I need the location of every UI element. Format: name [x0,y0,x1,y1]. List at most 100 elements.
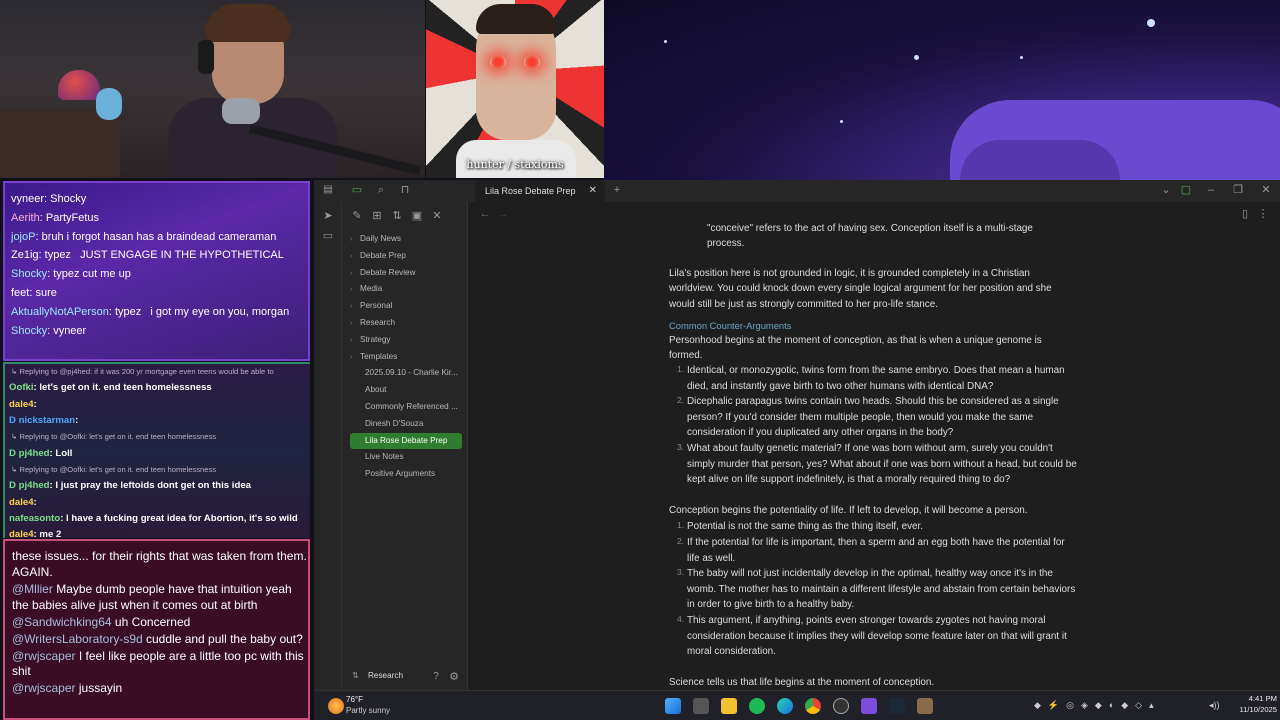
task-view-icon[interactable] [693,698,709,714]
spotify-icon[interactable] [749,698,765,714]
chat-username[interactable]: dale4 [9,399,34,410]
maximize-icon[interactable]: ❐ [1231,184,1245,198]
chat-text: cuddle and pull the baby out? [142,631,303,646]
folder-item[interactable]: › Media [350,281,462,299]
vault-switcher-icon[interactable]: ⇅ [352,671,359,680]
obsidian-window: ▤ ▭ ⌕ ⊓ Lila Rose Debate Prep ✕ + ⌄ ▢ – … [314,180,1280,690]
right-sidebar-icon[interactable]: ▢ [1179,184,1193,198]
vault-name[interactable]: Research [368,671,403,680]
new-folder-icon[interactable]: ⊞ [370,210,384,224]
folder-item[interactable]: › Daily News [350,231,462,249]
folder-item[interactable]: › Templates [350,349,462,367]
settings-icon[interactable]: ⚙ [447,671,461,685]
windows-taskbar: 76°F Partly sunny ◆⚡◎◈◆◐◆◇▴ ◂)) 4:41 PM … [314,690,1280,720]
pages-icon[interactable]: ▭ [321,230,335,244]
sidebar-toggle-icon[interactable]: ▤ [321,184,335,198]
start-icon[interactable] [665,698,681,714]
chat-message: AktuallyNotAPerson: typez i got my eye o… [5,303,308,322]
chat-username[interactable]: @rwjscaper [12,681,76,695]
send-icon[interactable]: ➤ [321,210,335,224]
chat-username[interactable]: Ze1ig [11,249,39,261]
chat-message: Shocky: vyneer [5,322,308,341]
chat-message: Shocky: typez cut me up [5,265,308,284]
chat-username[interactable]: Aerith [11,212,40,224]
chat-username[interactable]: Oofki [9,382,34,393]
chat-username[interactable]: dale4 [9,529,34,538]
collapse-icon[interactable]: ▣ [410,210,424,224]
folder-icon[interactable]: ▭ [350,184,364,198]
microphone [222,98,260,124]
editor-pane[interactable]: ← → ▯ ⋮ "conceive" refers to the act of … [469,202,1280,690]
file-item[interactable]: Dinesh D'Souza [350,416,462,433]
close-tab-icon[interactable]: ✕ [589,180,597,202]
folder-item[interactable]: › Research [350,315,462,333]
file-item[interactable]: 2025.09.10 - Charlie Kir... [350,365,462,382]
app-icon[interactable] [917,698,933,714]
system-tray-icons[interactable]: ◆⚡◎◈◆◐◆◇▴ [1034,700,1161,711]
more-options-icon[interactable]: ⋮ [1256,208,1270,222]
chat-text: Maybe dumb people have that intuition ye… [12,581,292,612]
chat-username[interactable]: @rwjscaper [12,649,76,663]
chat-username[interactable]: D nickstarman [9,415,75,426]
chat-username[interactable]: jojoP [11,231,35,243]
sort-icon[interactable]: ⇅ [390,210,404,224]
file-item[interactable]: Live Notes [350,449,462,466]
chat-username[interactable]: Shocky [11,325,47,337]
chat-username[interactable]: @Mllier [12,582,53,596]
bookmark-icon[interactable]: ⊓ [398,184,412,198]
chat-username[interactable]: nafeasonto [9,513,60,524]
file-explorer-icon[interactable] [721,698,737,714]
new-note-icon[interactable]: ✎ [350,210,364,224]
minimize-icon[interactable]: – [1204,184,1218,198]
back-arrow-icon[interactable]: ← [478,208,492,222]
chat-panel-bottom[interactable]: these issues... for their rights that wa… [3,539,310,720]
close-window-icon[interactable]: ✕ [1259,184,1273,198]
obsidian-icon[interactable] [861,698,877,714]
folder-item[interactable]: › Debate Review [350,265,462,283]
chat-username[interactable]: Shocky [11,268,47,280]
weather-desc[interactable]: Partly sunny [346,706,390,715]
chat-username[interactable]: @WritersLaboratory-s9d [12,632,143,646]
forward-arrow-icon[interactable]: → [496,208,510,222]
chat-username[interactable]: vyneer [11,193,44,205]
close-icon[interactable]: ✕ [430,210,444,224]
help-icon[interactable]: ? [429,671,443,685]
search-icon[interactable]: ⌕ [374,184,388,198]
chat-username[interactable]: AktuallyNotAPerson [11,306,109,318]
weather-temp[interactable]: 76°F [346,695,363,704]
file-item[interactable]: About [350,382,462,399]
chat-username[interactable]: dale4 [9,497,34,508]
chat-panel-middle[interactable]: ↳ Replying to @pj4hed: if it was 200 yr … [3,362,310,538]
chat-reply-context: ↳ Replying to @Oofki: let's get on it. e… [11,432,217,442]
folder-item[interactable]: › Personal [350,298,462,316]
chevron-down-icon[interactable]: ⌄ [1159,184,1173,198]
file-label: Dinesh D'Souza [365,418,424,428]
tab-lila-rose-debate-prep[interactable]: Lila Rose Debate Prep ✕ [475,180,605,202]
steam-icon[interactable] [889,698,905,714]
chat-text: : Shocky [44,193,87,205]
clock-time[interactable]: 4:41 PM [1235,694,1277,703]
chat-username[interactable]: feet [11,287,29,299]
file-item[interactable]: Commonly Referenced ... [350,399,462,416]
chat-username[interactable]: D pj4hed [9,448,50,459]
new-tab-icon[interactable]: + [610,184,624,198]
obs-icon[interactable] [833,698,849,714]
file-item[interactable]: Lila Rose Debate Prep [350,432,462,450]
weather-icon[interactable] [328,698,344,714]
file-item[interactable]: Positive Arguments [350,466,462,483]
star [664,40,667,43]
chat-panel-top[interactable]: vyneer: Shocky Aerith: PartyFetus jojoP: b… [3,181,310,361]
clock-date[interactable]: 11/10/2025 [1227,705,1277,714]
volume-icon[interactable]: ◂)) [1209,700,1220,711]
chat-username[interactable]: D pj4hed [9,480,50,491]
chrome-icon[interactable] [805,698,821,714]
chat-username[interactable]: @Sandwichking64 [12,615,112,629]
folder-item[interactable]: › Debate Prep [350,248,462,266]
folder-item[interactable]: › Strategy [350,332,462,350]
edge-icon[interactable] [777,698,793,714]
star [914,55,919,60]
file-label: Lila Rose Debate Prep [365,435,448,445]
lamp [58,70,100,100]
reading-view-icon[interactable]: ▯ [1238,208,1252,222]
heading-common-counter-arguments: Common Counter-Arguments [669,320,792,331]
